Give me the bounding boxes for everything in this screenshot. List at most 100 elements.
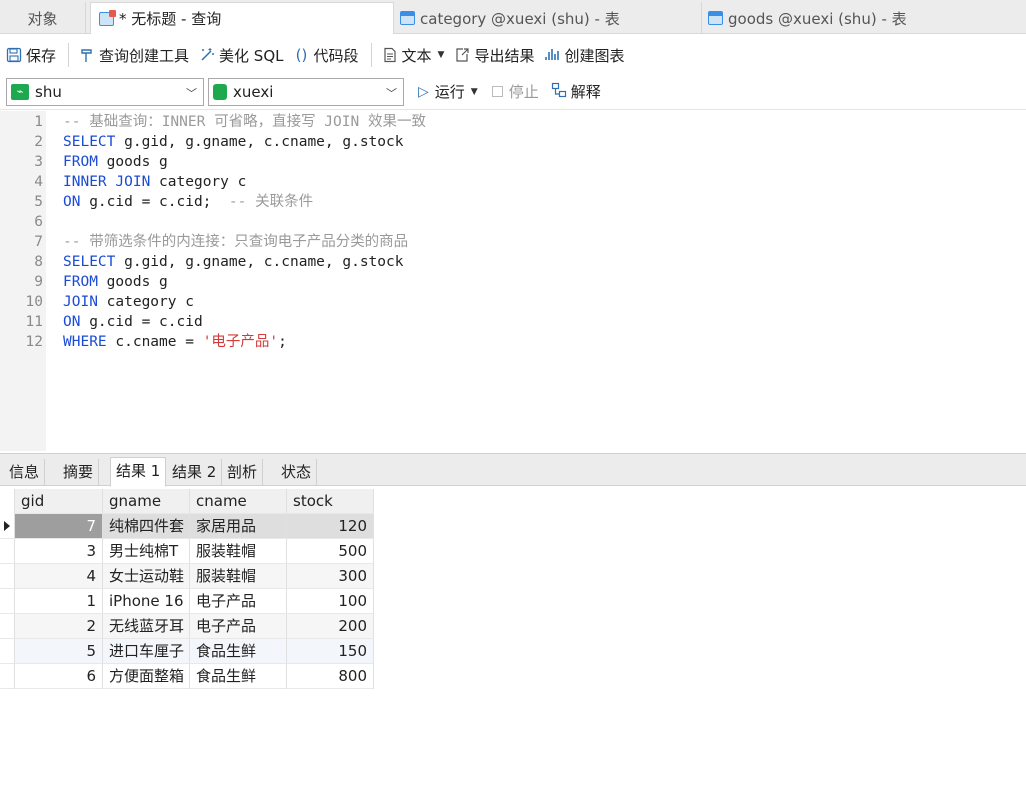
table-row[interactable]: 4 女士运动鞋 服装鞋帽 300 <box>0 564 374 589</box>
code-snippet-button[interactable]: () 代码段 <box>294 45 359 66</box>
line-number: 5 <box>34 194 43 210</box>
row-header[interactable] <box>0 564 15 589</box>
tab-result-1[interactable]: 结果 1 <box>110 457 167 487</box>
sql-text: g.gid, g.gname, c.cname, g.stock <box>115 134 404 150</box>
toolbar-divider <box>68 43 70 67</box>
query-builder-button[interactable]: 查询创建工具 <box>79 45 189 66</box>
tab-summary[interactable]: 摘要 <box>58 459 100 486</box>
table-icon <box>400 11 415 25</box>
cell-cname[interactable]: 食品生鲜 <box>190 639 287 664</box>
cell-cname[interactable]: 食品生鲜 <box>190 664 287 689</box>
magic-wand-icon <box>199 47 215 63</box>
column-header-cname[interactable]: cname <box>190 489 287 514</box>
cell-gname[interactable]: 进口车厘子 <box>103 639 190 664</box>
connection-select[interactable]: ⌁ shu ﹀ <box>6 77 204 106</box>
explain-icon <box>551 82 567 102</box>
export-results-button[interactable]: 导出结果 <box>454 45 534 66</box>
query-icon <box>99 9 116 26</box>
sql-text: c.cname = <box>106 334 203 350</box>
cell-gid[interactable]: 5 <box>15 639 103 664</box>
table-row[interactable]: 5 进口车厘子 食品生鲜 150 <box>0 639 374 664</box>
tab-category-table[interactable]: category @xuexi (shu) - 表 <box>394 2 702 34</box>
sql-comment: -- 基础查询：INNER 可省略，直接写 JOIN 效果一致 <box>63 114 426 130</box>
cell-cname[interactable]: 电子产品 <box>190 589 287 614</box>
cell-gname[interactable]: 纯棉四件套 <box>103 514 190 539</box>
stop-button[interactable]: 停止 <box>491 81 539 102</box>
hammer-icon <box>79 47 95 63</box>
tab-goods-table[interactable]: goods @xuexi (shu) - 表 <box>702 2 1026 34</box>
beautify-sql-button[interactable]: 美化 SQL <box>199 45 284 66</box>
row-header[interactable] <box>0 614 15 639</box>
table-row[interactable]: 7 纯棉四件套 家居用品 120 <box>0 514 374 539</box>
cell-gname[interactable]: 女士运动鞋 <box>103 564 190 589</box>
tab-untitled-query[interactable]: * 无标题 - 查询 <box>90 2 394 34</box>
cell-gname[interactable]: iPhone 16 <box>103 589 190 614</box>
row-header[interactable] <box>0 539 15 564</box>
tab-label: goods @xuexi (shu) - 表 <box>728 9 907 28</box>
text-mode-dropdown[interactable]: 文本 ▼ <box>382 45 445 66</box>
code-text: -- 基础查询：INNER 可省略，直接写 JOIN 效果一致 <box>63 112 426 132</box>
tab-objects[interactable]: 对象 <box>0 2 86 34</box>
cell-gname[interactable]: 无线蓝牙耳 <box>103 614 190 639</box>
stop-label: 停止 <box>508 83 539 101</box>
row-header[interactable] <box>0 514 15 539</box>
line-number: 7 <box>34 234 43 250</box>
cell-stock[interactable]: 500 <box>287 539 374 564</box>
database-select[interactable]: xuexi ﹀ <box>208 77 404 106</box>
grid-header-row: gid gname cname stock <box>0 489 374 514</box>
tab-profile[interactable]: 剖析 <box>222 459 264 486</box>
caret-down-icon: ▼ <box>437 50 445 60</box>
cell-gname[interactable]: 方便面整箱 <box>103 664 190 689</box>
row-header[interactable] <box>0 589 15 614</box>
cell-stock[interactable]: 800 <box>287 664 374 689</box>
column-header-stock[interactable]: stock <box>287 489 374 514</box>
cell-stock[interactable]: 300 <box>287 564 374 589</box>
table-row[interactable]: 2 无线蓝牙耳 电子产品 200 <box>0 614 374 639</box>
cell-stock[interactable]: 200 <box>287 614 374 639</box>
cell-stock[interactable]: 150 <box>287 639 374 664</box>
cell-gid[interactable]: 4 <box>15 564 103 589</box>
code-text: WHERE c.cname = '电子产品'; <box>63 332 287 352</box>
run-label: 运行 <box>434 83 465 101</box>
tab-status[interactable]: 状态 <box>276 459 318 486</box>
row-header-corner <box>0 489 15 514</box>
cell-stock[interactable]: 100 <box>287 589 374 614</box>
row-header[interactable] <box>0 664 15 689</box>
cell-cname[interactable]: 家居用品 <box>190 514 287 539</box>
table-row[interactable]: 6 方便面整箱 食品生鲜 800 <box>0 664 374 689</box>
table-row[interactable]: 3 男士纯棉T 服装鞋帽 500 <box>0 539 374 564</box>
sql-editor[interactable]: 1 -- 基础查询：INNER 可省略，直接写 JOIN 效果一致 2 SELECT … <box>0 111 1026 451</box>
cell-gname[interactable]: 男士纯棉T <box>103 539 190 564</box>
connection-icon: ⌁ <box>11 83 29 100</box>
cell-gid[interactable]: 7 <box>15 514 103 539</box>
tab-info[interactable]: 信息 <box>4 459 46 486</box>
line-number: 2 <box>34 134 43 150</box>
save-button[interactable]: 保存 <box>6 45 56 66</box>
line-number: 4 <box>34 174 43 190</box>
line-number: 9 <box>34 274 43 290</box>
export-results-label: 导出结果 <box>474 46 535 65</box>
column-header-gname[interactable]: gname <box>103 489 190 514</box>
cell-gid[interactable]: 6 <box>15 664 103 689</box>
run-button[interactable]: ▷ 运行 ▼ <box>418 81 478 102</box>
cell-cname[interactable]: 电子产品 <box>190 614 287 639</box>
sql-keyword: SELECT <box>63 134 116 150</box>
tab-result-2[interactable]: 结果 2 <box>167 459 223 486</box>
column-header-gid[interactable]: gid <box>15 489 103 514</box>
table-row[interactable]: 1 iPhone 16 电子产品 100 <box>0 589 374 614</box>
navicat-window: 对象 * 无标题 - 查询 category @xuexi (shu) - 表 … <box>0 0 1026 810</box>
sql-text: g.cid = c.cid; <box>80 194 229 210</box>
cell-stock[interactable]: 120 <box>287 514 374 539</box>
cell-cname[interactable]: 服装鞋帽 <box>190 564 287 589</box>
explain-button[interactable]: 解释 <box>551 81 601 102</box>
cell-gid[interactable]: 3 <box>15 539 103 564</box>
cell-gid[interactable]: 1 <box>15 589 103 614</box>
cell-gid[interactable]: 2 <box>15 614 103 639</box>
current-row-arrow-icon <box>4 521 10 531</box>
cell-cname[interactable]: 服装鞋帽 <box>190 539 287 564</box>
create-chart-button[interactable]: 创建图表 <box>544 45 624 66</box>
code-text: FROM goods g <box>63 272 168 292</box>
row-header[interactable] <box>0 639 15 664</box>
result-tab-strip: 信息 摘要 结果 1 结果 2 剖析 状态 <box>0 454 1026 487</box>
sql-comment: -- 带筛选条件的内连接：只查询电子产品分类的商品 <box>63 234 409 250</box>
